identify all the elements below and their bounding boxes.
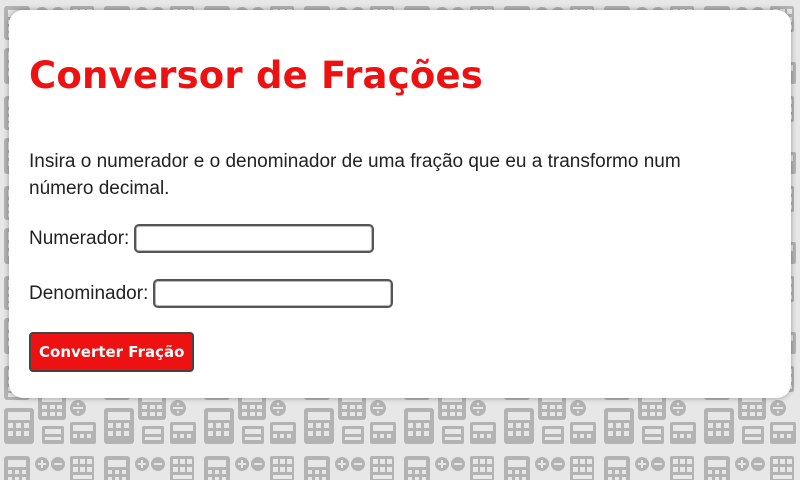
numerator-input[interactable]	[134, 224, 375, 253]
converter-card: Conversor de Frações Insira o numerador …	[9, 10, 791, 398]
convert-fraction-button[interactable]: Converter Fração	[29, 332, 195, 372]
denominator-input[interactable]	[153, 279, 394, 308]
numerator-label: Numerador:	[29, 227, 130, 249]
denominator-label: Denominador:	[29, 282, 149, 304]
numerator-row: Numerador:	[29, 224, 375, 253]
denominator-row: Denominador:	[29, 279, 394, 308]
intro-text: Insira o numerador e o denominador de um…	[29, 151, 681, 199]
page-title: Conversor de Frações	[29, 54, 483, 97]
